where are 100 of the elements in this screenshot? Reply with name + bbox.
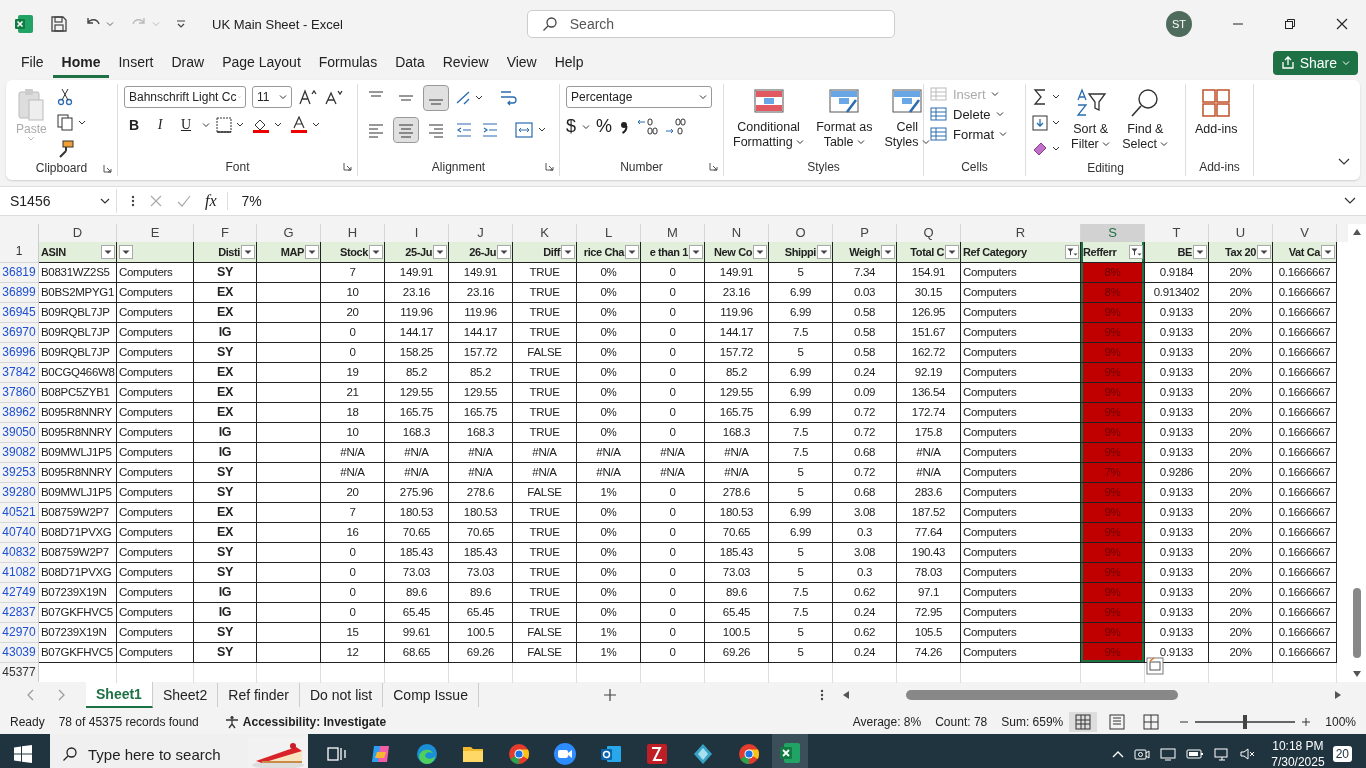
network-icon[interactable] (1214, 746, 1231, 762)
zoom-level[interactable]: 100% (1325, 715, 1356, 729)
filter-dropdown-icon[interactable] (945, 245, 959, 259)
add-sheet-icon[interactable] (602, 688, 617, 702)
caret-icon[interactable] (582, 122, 590, 131)
dialog-launcher-icon[interactable] (343, 162, 352, 171)
scroll-thumb[interactable] (1353, 588, 1361, 658)
battery-icon[interactable] (1186, 746, 1205, 762)
caret-icon[interactable] (202, 121, 210, 129)
chevron-up-icon[interactable] (1112, 750, 1125, 758)
wrap-text-icon[interactable] (498, 88, 518, 108)
dialog-launcher-icon[interactable] (545, 162, 554, 171)
sheet-tab[interactable]: Sheet2 (152, 683, 219, 707)
scroll-down-icon[interactable] (1352, 670, 1362, 678)
menu-tab[interactable]: Help (545, 48, 593, 78)
eraser-icon[interactable] (1032, 140, 1062, 158)
row-number[interactable]: 42749 (0, 583, 39, 603)
menu-tab[interactable]: Home (52, 48, 110, 78)
filter-dropdown-icon[interactable] (369, 245, 383, 259)
cells-button[interactable]: Delete (930, 106, 1004, 122)
quick-analysis-icon[interactable] (1146, 657, 1164, 675)
windows-start-icon[interactable] (14, 745, 32, 763)
user-avatar[interactable]: ST (1166, 11, 1192, 37)
bold-button[interactable]: B (124, 117, 144, 133)
menu-tab[interactable]: File (12, 48, 53, 78)
view-icon[interactable] (1069, 712, 1098, 732)
font-size-field[interactable]: 11 (252, 86, 292, 108)
row-number[interactable]: 38962 (0, 403, 39, 423)
underline-button[interactable]: U (176, 117, 196, 133)
filter-dropdown-icon[interactable] (1321, 245, 1335, 259)
volume-muted-icon[interactable] (1240, 746, 1257, 762)
filter-dropdown-icon[interactable] (1065, 245, 1079, 259)
number-format-field[interactable]: Percentage (566, 86, 712, 108)
italic-button[interactable]: I (150, 117, 170, 133)
percent-button[interactable]: % (596, 116, 613, 137)
cut-icon[interactable] (56, 88, 73, 106)
filter-dropdown-icon[interactable] (1193, 245, 1207, 259)
filter-dropdown-icon[interactable] (241, 245, 255, 259)
more-icon[interactable] (131, 194, 135, 208)
save-icon[interactable] (50, 15, 68, 33)
add-ins-button[interactable]: Add-ins (1192, 86, 1241, 139)
sheet-tab[interactable]: Sheet1 (86, 682, 153, 708)
row-number[interactable]: 39082 (0, 443, 39, 463)
task-view-icon[interactable] (327, 745, 347, 763)
vertical-align-icon[interactable] (424, 86, 448, 110)
scroll-up-icon[interactable] (1352, 228, 1362, 236)
scroll-right-icon[interactable] (1334, 690, 1342, 700)
decrease-decimal-icon[interactable] (664, 116, 687, 137)
video-camera-icon[interactable] (553, 742, 577, 766)
menu-tab[interactable]: View (497, 48, 546, 78)
filter-dropdown-icon[interactable] (753, 245, 767, 259)
merge-center-icon[interactable] (514, 120, 548, 140)
row-number[interactable]: 36899 (0, 283, 39, 303)
increase-decimal-icon[interactable] (636, 116, 659, 137)
share-button[interactable]: Share (1272, 51, 1358, 75)
style-button[interactable]: Cell Styles (881, 86, 933, 152)
horizontal-scrollbar[interactable] (842, 690, 1342, 700)
camera-icon[interactable] (1134, 746, 1151, 762)
autosum-icon[interactable] (1032, 88, 1062, 106)
collapse-ribbon-icon[interactable] (1338, 158, 1350, 166)
row-number[interactable]: 1 (0, 242, 39, 263)
clock-date[interactable]: 7/30/2025 (1271, 754, 1325, 768)
row-number[interactable]: 39253 (0, 463, 39, 483)
font-name-field[interactable]: Bahnschrift Light Cc (124, 86, 246, 108)
filter-dropdown-icon[interactable] (433, 245, 447, 259)
fill-icon[interactable] (1032, 114, 1062, 132)
horizontal-align-icon[interactable] (394, 118, 418, 142)
menu-tab[interactable]: Formulas (309, 48, 387, 78)
menu-tab[interactable]: Review (433, 48, 498, 78)
menu-tab[interactable]: Insert (109, 48, 163, 78)
menu-tab[interactable]: Page Layout (213, 48, 310, 78)
previous-sheet-icon[interactable] (26, 689, 36, 701)
next-sheet-icon[interactable] (56, 689, 66, 701)
row-number[interactable]: 45377 (0, 663, 39, 683)
excel-taskbar-button[interactable] (772, 734, 808, 768)
clock-time[interactable]: 10:18 PM (1272, 738, 1324, 754)
dialog-launcher-icon[interactable] (709, 162, 718, 171)
zoom-in-icon[interactable] (1301, 717, 1312, 727)
row-number[interactable]: 36970 (0, 323, 39, 343)
menu-tab[interactable]: Draw (162, 48, 214, 78)
accessibility-icon[interactable] (224, 715, 239, 729)
borders-icon[interactable] (216, 116, 246, 134)
filter-dropdown-icon[interactable] (561, 245, 575, 259)
search-field[interactable]: Search (526, 10, 895, 38)
row-number[interactable]: 36819 (0, 263, 39, 283)
filter-dropdown-icon[interactable] (1129, 245, 1143, 259)
filter-dropdown-icon[interactable] (101, 245, 115, 259)
diamond-app-icon[interactable] (691, 742, 715, 766)
editing-button[interactable]: Sort & Filter (1068, 86, 1114, 154)
row-number[interactable]: 39280 (0, 483, 39, 503)
filter-dropdown-icon[interactable] (497, 245, 511, 259)
sheet-tab[interactable]: Do not list (300, 683, 384, 707)
dialog-launcher-icon[interactable] (103, 164, 112, 173)
row-number[interactable]: 40740 (0, 523, 39, 543)
edge-icon[interactable] (415, 742, 439, 766)
row-number[interactable]: 40521 (0, 503, 39, 523)
scroll-left-icon[interactable] (842, 690, 850, 700)
currency-button[interactable]: $ (566, 116, 576, 137)
formula-field[interactable]: 7% (241, 193, 1366, 209)
style-button[interactable]: Format as Table (813, 86, 876, 152)
